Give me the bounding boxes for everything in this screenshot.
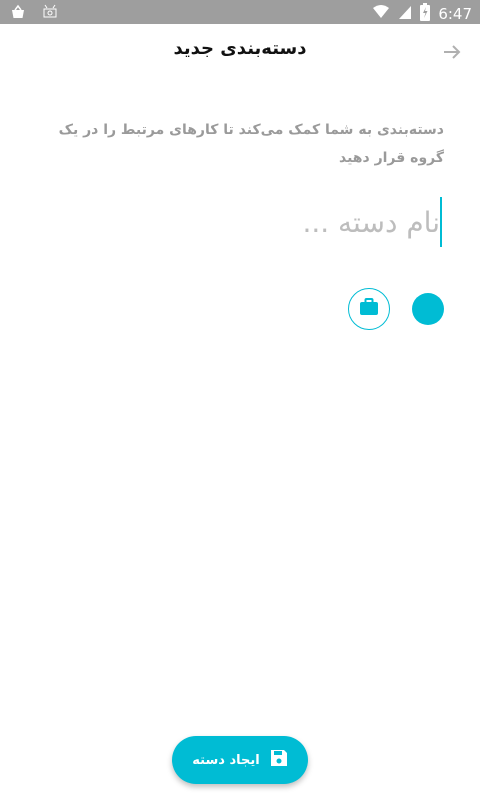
description-text: دسته‌بندی به شما کمک می‌کند تا کارهای مر…	[58, 122, 444, 166]
arrow-right-icon	[438, 45, 466, 70]
status-left-icons	[10, 4, 58, 24]
create-category-button[interactable]: ایجاد دسته	[172, 736, 308, 784]
android-debug-icon	[42, 4, 58, 24]
category-name-input[interactable]	[36, 196, 444, 248]
create-category-label: ایجاد دسته	[192, 752, 260, 768]
back-button[interactable]	[438, 38, 466, 66]
status-bar: 6:47	[0, 0, 480, 24]
icon-picker-button[interactable]	[348, 288, 390, 330]
briefcase-icon	[359, 298, 379, 320]
signal-icon	[398, 4, 412, 24]
save-icon	[270, 749, 288, 771]
color-picker-button[interactable]	[412, 293, 444, 325]
app-bar: دسته‌بندی جدید	[0, 24, 480, 80]
battery-icon	[420, 3, 431, 25]
page-title: دسته‌بندی جدید	[173, 38, 307, 59]
basket-icon	[10, 4, 26, 24]
status-time: 6:47	[438, 5, 472, 23]
wifi-icon	[372, 4, 390, 24]
text-caret	[440, 197, 442, 247]
status-right-icons: 6:47	[372, 3, 472, 25]
